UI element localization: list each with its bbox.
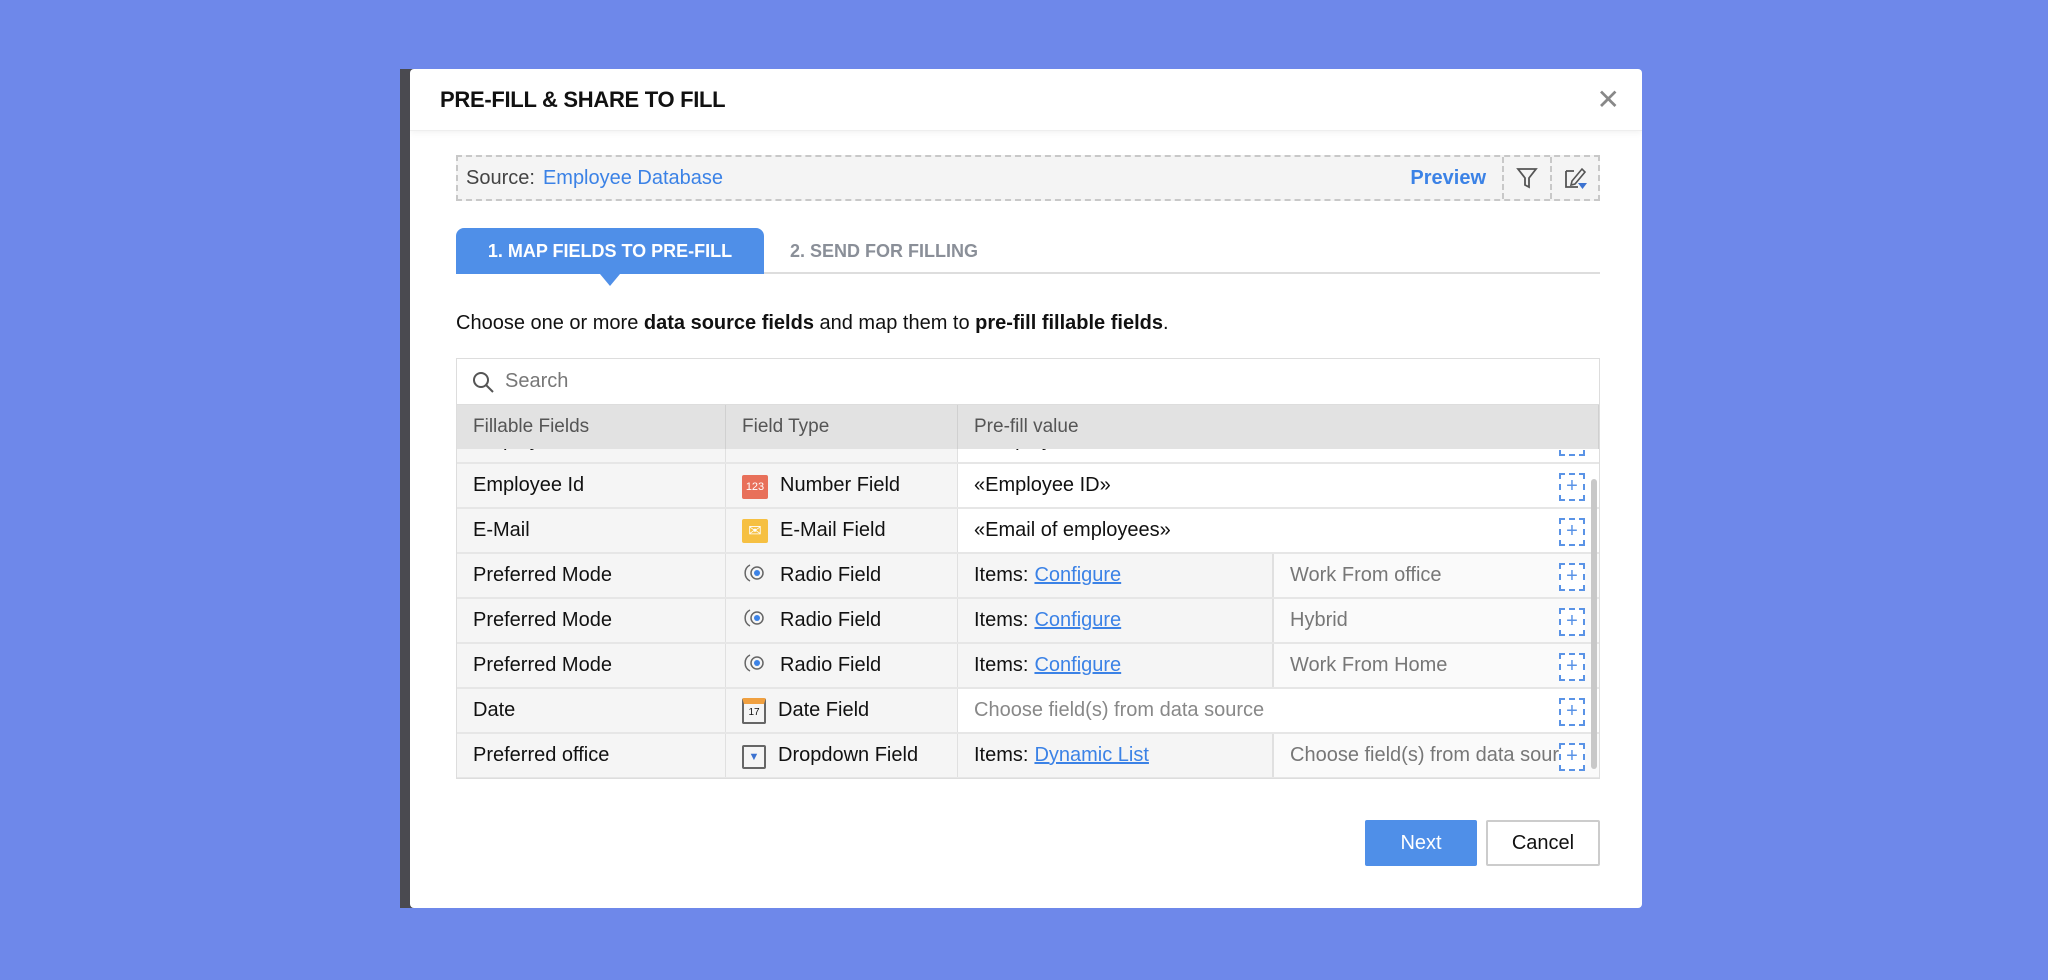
fillable-field: E-Mail xyxy=(457,509,726,552)
add-mapping-icon[interactable]: + xyxy=(1559,743,1585,771)
radio-icon xyxy=(742,606,768,635)
dropdown-icon: ▼ xyxy=(742,743,766,769)
instr-part: Choose one or more xyxy=(456,312,644,334)
instr-part: . xyxy=(1162,312,1169,334)
option-value[interactable]: Work From Home xyxy=(1274,644,1599,687)
fillable-field: Preferred office xyxy=(457,734,726,777)
field-type: 123 Number Field xyxy=(726,464,958,507)
table-header: Fillable Fields Field Type Pre-fill valu… xyxy=(457,405,1599,449)
add-mapping-icon[interactable]: + xyxy=(1559,473,1585,501)
field-type-label: Radio Field xyxy=(780,654,882,676)
prefill-value: «Employee ID» xyxy=(974,474,1111,496)
items-label: Items: xyxy=(974,564,1029,586)
field-type-label: Radio Field xyxy=(780,564,882,586)
source-name[interactable]: Employee Database xyxy=(543,167,723,190)
table-row: Employee Id 123 Number Field «Employee ID» + xyxy=(457,464,1599,509)
fillable-field: Preferred Mode xyxy=(457,644,726,687)
source-bar: Source: Employee Database Preview xyxy=(456,155,1600,201)
table-row: Preferred Mode Radio Field Items: Configure… xyxy=(457,554,1599,599)
number-icon: 123 xyxy=(742,473,768,499)
mail-icon: ✉ xyxy=(742,518,768,543)
add-mapping-icon[interactable]: + xyxy=(1559,698,1585,726)
field-type-label: Radio Field xyxy=(780,609,882,631)
field-type: ▼ Dropdown Field xyxy=(726,734,958,777)
prefill-dialog: PRE-FILL & SHARE TO FILL ✕ Source: Emplo… xyxy=(410,69,1642,908)
field-type-label: Date Field xyxy=(778,699,870,721)
instr-bold: pre-fill fillable fields xyxy=(975,312,1163,334)
field-type: 17 Date Field xyxy=(726,689,958,732)
field-type-label: E-Mail Field xyxy=(780,519,886,541)
search-input[interactable]: Search xyxy=(505,370,568,393)
field-type: Radio Field xyxy=(726,644,958,687)
column-header: Pre-fill value xyxy=(958,405,1599,449)
table-row: Date 17 Date Field Choose field(s) from dat… xyxy=(457,689,1599,734)
items-label: Items: xyxy=(974,744,1029,766)
option-value[interactable]: Hybrid xyxy=(1274,599,1599,642)
fillable-field: Employee Id xyxy=(457,464,726,507)
items-link[interactable]: Configure xyxy=(1034,564,1121,587)
items-link[interactable]: Dynamic List xyxy=(1034,744,1148,767)
edit-source-icon[interactable] xyxy=(1550,157,1598,199)
add-mapping-icon[interactable]: + xyxy=(1559,608,1585,636)
tab-map-fields[interactable]: 1. MAP FIELDS TO PRE-FILL xyxy=(456,228,764,286)
fillable-field: Date xyxy=(457,689,726,732)
radio-icon xyxy=(742,561,768,590)
fillable-field: Preferred Mode xyxy=(457,599,726,642)
preview-link[interactable]: Preview xyxy=(1410,167,1486,190)
prefill-value: «Email of employees» xyxy=(974,519,1171,541)
dialog-title: PRE-FILL & SHARE TO FILL xyxy=(440,87,726,112)
table-row: Preferred Mode Radio Field Items: Configure… xyxy=(457,599,1599,644)
instruction-text: Choose one or more data source fields an… xyxy=(456,312,1169,335)
table-row: E-Mail ✉ E-Mail Field «Email of employees» + xyxy=(457,509,1599,554)
add-mapping-icon[interactable]: + xyxy=(1559,518,1585,546)
search-icon xyxy=(473,371,494,393)
add-mapping-icon[interactable]: + xyxy=(1559,653,1585,681)
field-type: Radio Field xyxy=(726,554,958,597)
instr-bold: data source fields xyxy=(643,312,814,334)
field-type: ✉ E-Mail Field xyxy=(726,509,958,552)
table-row: Preferred office ▼ Dropdown Field Items: Dyn… xyxy=(457,734,1599,778)
option-value[interactable]: Work From office xyxy=(1274,554,1599,597)
instr-part: and map them to xyxy=(813,312,976,334)
radio-icon xyxy=(742,651,768,680)
table-body: Employee NameTText Field«Employee Name»+… xyxy=(457,419,1599,778)
field-mapping-table: Search Fillable Fields Field Type Pre-fi… xyxy=(456,358,1600,779)
field-type: Radio Field xyxy=(726,599,958,642)
search-bar[interactable]: Search xyxy=(457,359,1599,405)
fillable-field: Preferred Mode xyxy=(457,554,726,597)
items-link[interactable]: Configure xyxy=(1034,609,1121,632)
step-tabs: 1. MAP FIELDS TO PRE-FILL 2. SEND FOR FI… xyxy=(456,228,1600,286)
add-mapping-icon[interactable]: + xyxy=(1559,563,1585,591)
table-row: Preferred Mode Radio Field Items: Configure… xyxy=(457,644,1599,689)
items-link[interactable]: Configure xyxy=(1034,654,1121,677)
column-header: Field Type xyxy=(726,405,958,449)
field-type-label: Dropdown Field xyxy=(778,744,919,766)
option-value[interactable]: Choose field(s) from data source xyxy=(1274,734,1599,777)
filter-icon[interactable] xyxy=(1502,157,1550,199)
cancel-button[interactable]: Cancel xyxy=(1486,820,1600,866)
field-type-label: Number Field xyxy=(780,474,901,496)
tab-send-for-filling[interactable]: 2. SEND FOR FILLING xyxy=(790,228,978,274)
close-icon[interactable]: ✕ xyxy=(1597,83,1620,116)
prefill-placeholder[interactable]: Choose field(s) from data source xyxy=(974,699,1264,722)
items-label: Items: xyxy=(974,654,1029,676)
scrollbar[interactable] xyxy=(1591,479,1597,769)
source-label: Source: xyxy=(466,166,535,189)
column-header: Fillable Fields xyxy=(457,405,726,449)
calendar-icon: 17 xyxy=(742,697,766,724)
next-button[interactable]: Next xyxy=(1365,820,1477,866)
dialog-header: PRE-FILL & SHARE TO FILL ✕ xyxy=(410,69,1642,131)
items-label: Items: xyxy=(974,609,1029,631)
